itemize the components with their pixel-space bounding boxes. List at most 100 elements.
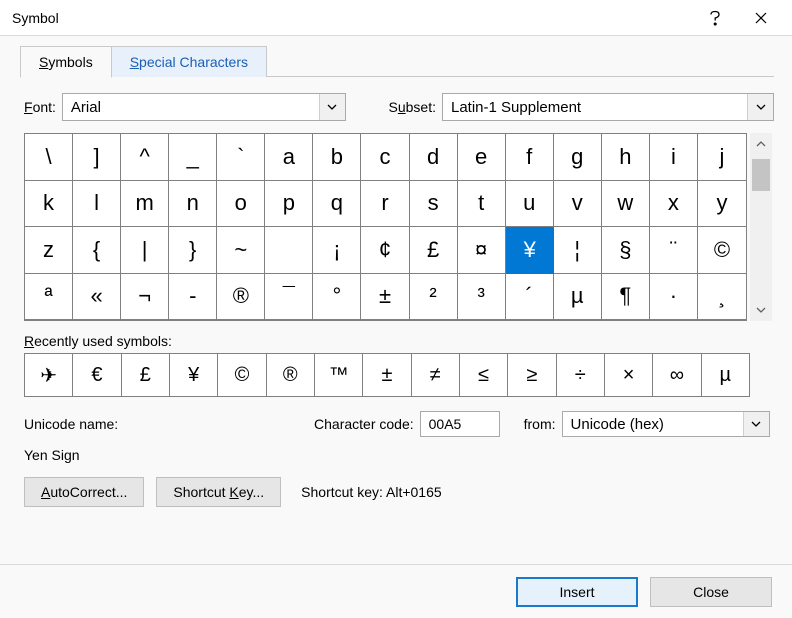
symbol-cell[interactable]: ¦ xyxy=(554,227,602,274)
from-combo[interactable]: Unicode (hex) xyxy=(562,411,770,437)
symbol-cell[interactable]: v xyxy=(554,181,602,228)
symbol-cell[interactable]: f xyxy=(506,134,554,181)
symbol-cell[interactable]: · xyxy=(650,274,698,321)
scrollbar-thumb[interactable] xyxy=(752,159,770,191)
symbol-cell[interactable]: µ xyxy=(554,274,602,321)
unicode-name-value: Yen Sign xyxy=(24,447,774,463)
symbol-cell[interactable]: x xyxy=(650,181,698,228)
symbol-cell[interactable]: ¸ xyxy=(698,274,746,321)
recent-symbol-cell[interactable]: £ xyxy=(122,354,170,396)
symbol-cell[interactable]: ¨ xyxy=(650,227,698,274)
symbol-cell[interactable]: w xyxy=(602,181,650,228)
character-code-input[interactable]: 00A5 xyxy=(420,411,500,437)
symbol-cell[interactable]: l xyxy=(73,181,121,228)
insert-button[interactable]: Insert xyxy=(516,577,638,607)
symbol-cell[interactable]: ¶ xyxy=(602,274,650,321)
recent-symbol-cell[interactable]: ≤ xyxy=(460,354,508,396)
symbol-cell[interactable]: h xyxy=(602,134,650,181)
recent-symbol-cell[interactable]: ≥ xyxy=(508,354,556,396)
recent-symbol-cell[interactable]: ® xyxy=(267,354,315,396)
chevron-down-icon[interactable] xyxy=(743,412,769,436)
close-button[interactable]: Close xyxy=(650,577,772,607)
tab-symbols[interactable]: Symbols xyxy=(20,46,112,78)
symbol-cell[interactable]: ~ xyxy=(217,227,265,274)
recent-symbol-cell[interactable]: ≠ xyxy=(412,354,460,396)
symbol-cell[interactable]: u xyxy=(506,181,554,228)
symbol-cell[interactable]: ^ xyxy=(121,134,169,181)
symbol-cell[interactable]: ¢ xyxy=(361,227,409,274)
symbol-cell[interactable]: § xyxy=(602,227,650,274)
symbol-cell[interactable]: | xyxy=(121,227,169,274)
symbol-cell[interactable]: q xyxy=(313,181,361,228)
symbol-cell[interactable]: a xyxy=(265,134,313,181)
symbol-cell[interactable]: } xyxy=(169,227,217,274)
symbol-cell[interactable]: p xyxy=(265,181,313,228)
chevron-down-icon[interactable] xyxy=(319,94,345,120)
recent-symbol-cell[interactable]: ™ xyxy=(315,354,363,396)
symbol-grid[interactable]: \]^_`abcdefghij klmnopqrstuvwxy z{|}~ ¡¢£¤¥… xyxy=(24,133,747,321)
scroll-up-icon[interactable] xyxy=(750,133,772,155)
recent-symbol-cell[interactable]: µ xyxy=(702,354,749,396)
grid-scrollbar[interactable] xyxy=(750,133,772,321)
symbol-cell[interactable]: ­- xyxy=(169,274,217,321)
recently-used-grid[interactable]: ✈€£¥©®™±≠≤≥÷×∞µ xyxy=(24,353,750,397)
symbol-cell[interactable]: c xyxy=(361,134,409,181)
symbol-cell[interactable]: © xyxy=(698,227,746,274)
symbol-cell[interactable]: ] xyxy=(73,134,121,181)
recent-symbol-cell[interactable]: × xyxy=(605,354,653,396)
recent-symbol-cell[interactable]: © xyxy=(218,354,266,396)
symbol-cell[interactable]: j xyxy=(698,134,746,181)
symbol-cell[interactable]: ¥ xyxy=(506,227,554,274)
symbol-cell[interactable] xyxy=(265,227,313,274)
symbol-cell[interactable]: ¬ xyxy=(121,274,169,321)
symbol-cell[interactable]: { xyxy=(73,227,121,274)
symbol-cell[interactable]: n xyxy=(169,181,217,228)
symbol-cell[interactable]: z xyxy=(25,227,73,274)
recent-symbol-cell[interactable]: € xyxy=(73,354,121,396)
dialog-content: Symbols Special Characters Font: Arial S… xyxy=(0,36,792,618)
symbol-cell[interactable]: ¯ xyxy=(265,274,313,321)
recent-symbol-cell[interactable]: ✈ xyxy=(25,354,73,396)
symbol-cell[interactable]: \ xyxy=(25,134,73,181)
symbol-cell[interactable]: ³ xyxy=(458,274,506,321)
autocorrect-button[interactable]: AutoCorrect... xyxy=(24,477,144,507)
autocorrect-row: AutoCorrect... Shortcut Key... Shortcut … xyxy=(24,477,774,507)
symbol-cell[interactable]: b xyxy=(313,134,361,181)
symbol-cell[interactable]: o xyxy=(217,181,265,228)
symbol-cell[interactable]: « xyxy=(73,274,121,321)
recent-symbol-cell[interactable]: ∞ xyxy=(653,354,701,396)
symbol-cell[interactable]: m xyxy=(121,181,169,228)
scrollbar-track[interactable] xyxy=(750,155,772,299)
symbol-cell[interactable]: ¡ xyxy=(313,227,361,274)
symbol-cell[interactable]: r xyxy=(361,181,409,228)
symbol-cell[interactable]: s xyxy=(410,181,458,228)
subset-combo[interactable]: Latin-1 Supplement xyxy=(442,93,774,121)
help-button[interactable] xyxy=(692,0,738,36)
symbol-cell[interactable]: g xyxy=(554,134,602,181)
symbol-cell[interactable]: ¤ xyxy=(458,227,506,274)
symbol-cell[interactable]: y xyxy=(698,181,746,228)
symbol-cell[interactable]: ² xyxy=(410,274,458,321)
recent-symbol-cell[interactable]: ¥ xyxy=(170,354,218,396)
symbol-cell[interactable]: ` xyxy=(217,134,265,181)
symbol-cell[interactable]: ® xyxy=(217,274,265,321)
symbol-cell[interactable]: e xyxy=(458,134,506,181)
recent-symbol-cell[interactable]: ± xyxy=(363,354,411,396)
shortcut-key-button[interactable]: Shortcut Key... xyxy=(156,477,281,507)
font-combo[interactable]: Arial xyxy=(62,93,346,121)
symbol-cell[interactable]: ° xyxy=(313,274,361,321)
symbol-cell[interactable]: ± xyxy=(361,274,409,321)
symbol-cell[interactable]: t xyxy=(458,181,506,228)
symbol-cell[interactable]: d xyxy=(410,134,458,181)
symbol-cell[interactable]: ´ xyxy=(506,274,554,321)
symbol-cell[interactable]: _ xyxy=(169,134,217,181)
close-window-button[interactable] xyxy=(738,0,784,36)
tab-special-characters[interactable]: Special Characters xyxy=(111,46,267,77)
scroll-down-icon[interactable] xyxy=(750,299,772,321)
symbol-cell[interactable]: k xyxy=(25,181,73,228)
symbol-cell[interactable]: ª xyxy=(25,274,73,321)
symbol-cell[interactable]: £ xyxy=(410,227,458,274)
recent-symbol-cell[interactable]: ÷ xyxy=(557,354,605,396)
chevron-down-icon[interactable] xyxy=(747,94,773,120)
symbol-cell[interactable]: i xyxy=(650,134,698,181)
